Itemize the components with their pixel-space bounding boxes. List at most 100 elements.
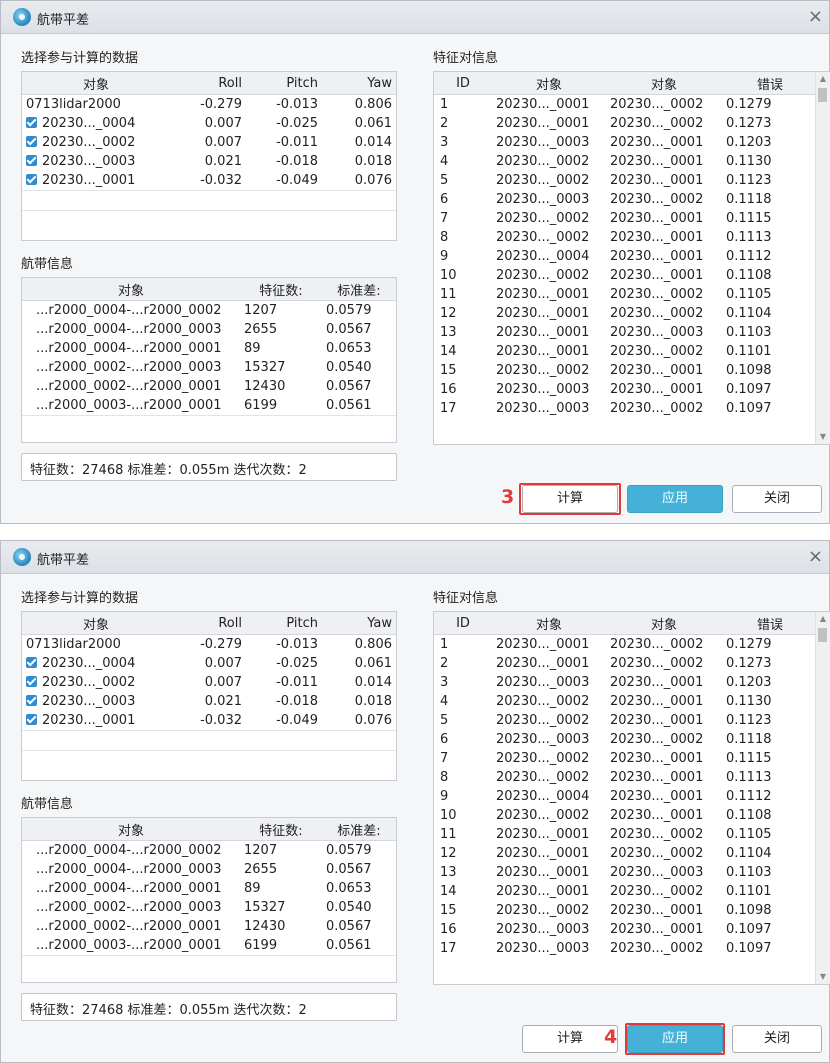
column-header-feature-count[interactable]: 特征数: — [240, 278, 322, 301]
table-row[interactable]: 20230..._0004 0.007 -0.025 0.061 — [22, 114, 396, 133]
table-row[interactable]: 20230..._0001 -0.032 -0.049 0.076 — [22, 171, 396, 191]
scroll-down-icon[interactable]: ▼ — [816, 970, 830, 984]
table-row[interactable]: 3 20230..._0003 20230..._0001 0.1203 — [434, 133, 818, 152]
table-row[interactable]: ...r2000_0004-...r2000_0003 2655 0.0567 — [22, 320, 396, 339]
table-row[interactable]: 6 20230..._0003 20230..._0002 0.1118 — [434, 190, 818, 209]
table-row[interactable]: ...r2000_0002-...r2000_0003 15327 0.0540 — [22, 898, 396, 917]
checkbox-icon[interactable] — [26, 117, 37, 128]
table-row[interactable]: 8 20230..._0002 20230..._0001 0.1113 — [434, 768, 818, 787]
column-header-pitch[interactable]: Pitch — [246, 72, 322, 95]
table-row[interactable]: 16 20230..._0003 20230..._0001 0.1097 — [434, 380, 818, 399]
column-header-object[interactable]: 对象 — [22, 278, 240, 301]
table-row[interactable]: 16 20230..._0003 20230..._0001 0.1097 — [434, 920, 818, 939]
close-icon[interactable]: × — [808, 546, 823, 567]
table-row[interactable]: ...r2000_0003-...r2000_0001 6199 0.0561 — [22, 396, 396, 416]
table-row[interactable]: ...r2000_0002-...r2000_0001 12430 0.0567 — [22, 917, 396, 936]
table-row[interactable]: 13 20230..._0001 20230..._0003 0.1103 — [434, 323, 818, 342]
scroll-up-icon[interactable]: ▲ — [816, 72, 830, 86]
table-row[interactable]: 7 20230..._0002 20230..._0001 0.1115 — [434, 209, 818, 228]
table-row[interactable]: ...r2000_0002-...r2000_0003 15327 0.0540 — [22, 358, 396, 377]
table-row[interactable]: 20230..._0002 0.007 -0.011 0.014 — [22, 133, 396, 152]
column-header-roll[interactable]: Roll — [170, 72, 246, 95]
checkbox-icon[interactable] — [26, 657, 37, 668]
table-row[interactable]: 17 20230..._0003 20230..._0002 0.1097 — [434, 399, 818, 418]
scrollbar-thumb[interactable] — [818, 628, 827, 642]
close-button[interactable]: 关闭 — [732, 1025, 822, 1053]
table-row[interactable]: ...r2000_0004-...r2000_0001 89 0.0653 — [22, 339, 396, 358]
checkbox-icon[interactable] — [26, 695, 37, 706]
column-header-feature-count[interactable]: 特征数: — [240, 818, 322, 841]
scrollbar-thumb[interactable] — [818, 88, 827, 102]
table-row[interactable]: 15 20230..._0002 20230..._0001 0.1098 — [434, 361, 818, 380]
checkbox-icon[interactable] — [26, 174, 37, 185]
table-row[interactable]: 17 20230..._0003 20230..._0002 0.1097 — [434, 939, 818, 958]
close-icon[interactable]: × — [808, 6, 823, 27]
checkbox-icon[interactable] — [26, 714, 37, 725]
column-header-pitch[interactable]: Pitch — [246, 612, 322, 635]
table-row[interactable]: 13 20230..._0001 20230..._0003 0.1103 — [434, 863, 818, 882]
checkbox-icon[interactable] — [26, 155, 37, 166]
table-row[interactable]: ...r2000_0002-...r2000_0001 12430 0.0567 — [22, 377, 396, 396]
vertical-scrollbar[interactable]: ▲ ▼ — [815, 612, 830, 984]
table-row[interactable]: ...r2000_0004-...r2000_0003 2655 0.0567 — [22, 860, 396, 879]
column-header-roll[interactable]: Roll — [170, 612, 246, 635]
table-row[interactable]: 11 20230..._0001 20230..._0002 0.1105 — [434, 825, 818, 844]
table-row[interactable]: ...r2000_0004-...r2000_0002 1207 0.0579 — [22, 841, 396, 861]
column-header-id[interactable]: ID — [434, 72, 492, 95]
table-row[interactable]: ...r2000_0003-...r2000_0001 6199 0.0561 — [22, 936, 396, 956]
column-header-yaw[interactable]: Yaw — [322, 72, 396, 95]
table-row[interactable]: 10 20230..._0002 20230..._0001 0.1108 — [434, 266, 818, 285]
table-row[interactable]: 20230..._0003 0.021 -0.018 0.018 — [22, 692, 396, 711]
column-header-error[interactable]: 错误 — [722, 72, 818, 95]
checkbox-icon[interactable] — [26, 136, 37, 147]
vertical-scrollbar[interactable]: ▲ ▼ — [815, 72, 830, 444]
table-row[interactable]: 14 20230..._0001 20230..._0002 0.1101 — [434, 882, 818, 901]
table-row[interactable]: 2 20230..._0001 20230..._0002 0.1273 — [434, 114, 818, 133]
column-header-object-b[interactable]: 对象 — [606, 72, 722, 95]
table-row[interactable]: ...r2000_0004-...r2000_0002 1207 0.0579 — [22, 301, 396, 321]
table-row[interactable]: 20230..._0001 -0.032 -0.049 0.076 — [22, 711, 396, 731]
table-row[interactable]: 9 20230..._0004 20230..._0001 0.1112 — [434, 247, 818, 266]
column-header-object-a[interactable]: 对象 — [492, 612, 606, 635]
table-row[interactable]: 12 20230..._0001 20230..._0002 0.1104 — [434, 304, 818, 323]
column-header-id[interactable]: ID — [434, 612, 492, 635]
table-row[interactable]: 5 20230..._0002 20230..._0001 0.1123 — [434, 711, 818, 730]
column-header-object-a[interactable]: 对象 — [492, 72, 606, 95]
scroll-down-icon[interactable]: ▼ — [816, 430, 830, 444]
apply-button[interactable]: 应用 — [627, 485, 723, 513]
table-row[interactable]: 10 20230..._0002 20230..._0001 0.1108 — [434, 806, 818, 825]
table-row[interactable]: 14 20230..._0001 20230..._0002 0.1101 — [434, 342, 818, 361]
table-row[interactable]: 12 20230..._0001 20230..._0002 0.1104 — [434, 844, 818, 863]
table-row[interactable]: 1 20230..._0001 20230..._0002 0.1279 — [434, 635, 818, 655]
column-header-object[interactable]: 对象 — [22, 72, 170, 95]
table-row[interactable]: 20230..._0002 0.007 -0.011 0.014 — [22, 673, 396, 692]
column-header-std-dev[interactable]: 标准差: — [322, 278, 396, 301]
table-row[interactable]: 1 20230..._0001 20230..._0002 0.1279 — [434, 95, 818, 115]
table-row[interactable]: 0713lidar2000 -0.279 -0.013 0.806 — [22, 635, 396, 655]
table-row[interactable]: 20230..._0004 0.007 -0.025 0.061 — [22, 654, 396, 673]
column-header-yaw[interactable]: Yaw — [322, 612, 396, 635]
table-row[interactable]: 15 20230..._0002 20230..._0001 0.1098 — [434, 901, 818, 920]
table-row[interactable]: 5 20230..._0002 20230..._0001 0.1123 — [434, 171, 818, 190]
table-row[interactable]: 7 20230..._0002 20230..._0001 0.1115 — [434, 749, 818, 768]
table-row[interactable]: 2 20230..._0001 20230..._0002 0.1273 — [434, 654, 818, 673]
table-row[interactable]: 9 20230..._0004 20230..._0001 0.1112 — [434, 787, 818, 806]
close-button[interactable]: 关闭 — [732, 485, 822, 513]
column-header-object[interactable]: 对象 — [22, 818, 240, 841]
table-row[interactable]: 4 20230..._0002 20230..._0001 0.1130 — [434, 692, 818, 711]
table-row[interactable]: ...r2000_0004-...r2000_0001 89 0.0653 — [22, 879, 396, 898]
column-header-object-b[interactable]: 对象 — [606, 612, 722, 635]
table-row[interactable]: 6 20230..._0003 20230..._0002 0.1118 — [434, 730, 818, 749]
column-header-object[interactable]: 对象 — [22, 612, 170, 635]
object-b-cell: 20230..._0002 — [610, 884, 704, 899]
table-row[interactable]: 0713lidar2000 -0.279 -0.013 0.806 — [22, 95, 396, 115]
table-row[interactable]: 11 20230..._0001 20230..._0002 0.1105 — [434, 285, 818, 304]
column-header-std-dev[interactable]: 标准差: — [322, 818, 396, 841]
table-row[interactable]: 4 20230..._0002 20230..._0001 0.1130 — [434, 152, 818, 171]
table-row[interactable]: 8 20230..._0002 20230..._0001 0.1113 — [434, 228, 818, 247]
table-row[interactable]: 3 20230..._0003 20230..._0001 0.1203 — [434, 673, 818, 692]
scroll-up-icon[interactable]: ▲ — [816, 612, 830, 626]
table-row[interactable]: 20230..._0003 0.021 -0.018 0.018 — [22, 152, 396, 171]
column-header-error[interactable]: 错误 — [722, 612, 818, 635]
checkbox-icon[interactable] — [26, 676, 37, 687]
